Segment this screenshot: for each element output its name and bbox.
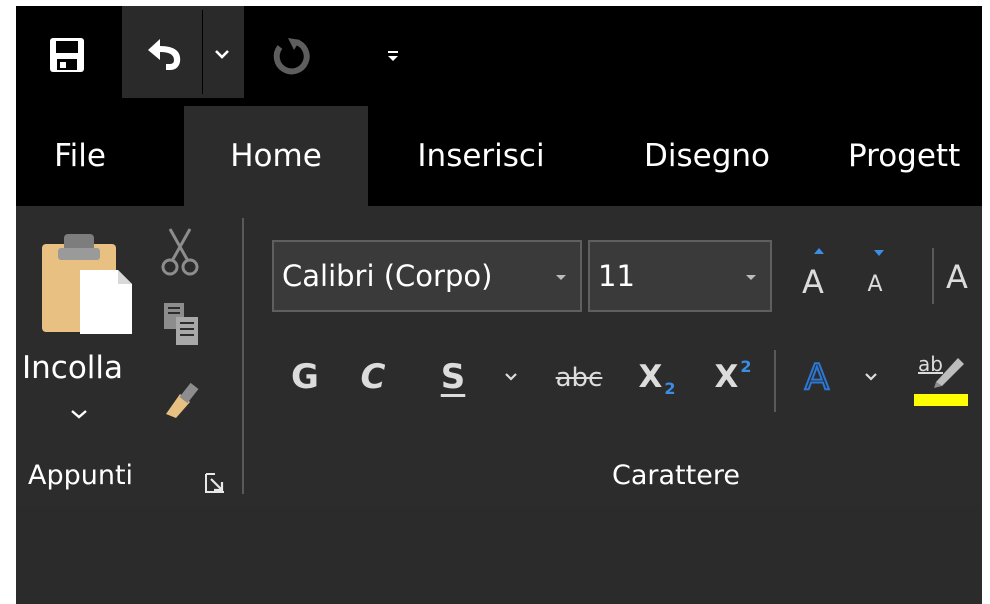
undo-split-divider bbox=[202, 10, 203, 94]
tab-file[interactable]: File bbox=[32, 106, 128, 206]
copy-icon bbox=[164, 303, 198, 345]
grow-font-button[interactable]: A bbox=[790, 246, 836, 308]
tab-inserisci[interactable]: Inserisci bbox=[396, 106, 566, 206]
undo-button[interactable] bbox=[136, 32, 192, 78]
cut-button[interactable] bbox=[156, 224, 204, 280]
tab-home[interactable]: Home bbox=[184, 106, 368, 206]
customize-qat-button[interactable] bbox=[380, 42, 406, 68]
subscript-base: X bbox=[638, 359, 663, 395]
chevron-down-icon bbox=[215, 50, 229, 59]
shrink-font-button[interactable]: A bbox=[852, 246, 898, 308]
superscript-index: 2 bbox=[740, 356, 752, 376]
bold-button[interactable]: G bbox=[280, 348, 330, 406]
undo-group bbox=[122, 6, 244, 98]
clear-formatting-glyph: A bbox=[946, 258, 968, 296]
undo-icon bbox=[148, 39, 181, 70]
font-group-label: Carattere bbox=[612, 460, 740, 491]
highlight-color-bar bbox=[914, 394, 968, 406]
text-effects-button[interactable]: A bbox=[792, 348, 842, 406]
font-name-value: Calibri (Corpo) bbox=[282, 259, 493, 293]
redo-button[interactable] bbox=[266, 30, 316, 80]
chevron-down-icon bbox=[71, 410, 87, 419]
dialog-launcher-icon bbox=[205, 473, 224, 493]
clear-formatting-button[interactable]: A bbox=[946, 246, 982, 308]
chevron-down-icon bbox=[505, 373, 517, 381]
quick-access-toolbar bbox=[16, 6, 982, 106]
dropdown-arrow-icon bbox=[556, 275, 566, 280]
undo-dropdown[interactable] bbox=[208, 40, 236, 68]
highlight-button[interactable]: ab bbox=[912, 346, 972, 410]
scissors-icon bbox=[161, 228, 199, 276]
underline-button[interactable]: S bbox=[428, 348, 478, 406]
ribbon-home: Incolla Appunti Calibri (Corpo) 11 A A A… bbox=[16, 206, 982, 506]
strikethrough-glyph: abc bbox=[555, 363, 603, 393]
group-separator bbox=[242, 218, 244, 494]
tab-progettazione[interactable]: Progett bbox=[848, 106, 982, 206]
italic-button[interactable]: C bbox=[348, 348, 398, 406]
ribbon-tabs: File Home Inserisci Disegno Progett bbox=[16, 106, 982, 206]
font-group-separator bbox=[932, 248, 934, 304]
font-name-combobox[interactable]: Calibri (Corpo) bbox=[272, 240, 582, 312]
tab-disegno[interactable]: Disegno bbox=[622, 106, 792, 206]
format-separator bbox=[774, 350, 776, 412]
superscript-button[interactable]: X 2 bbox=[704, 348, 762, 406]
text-effects-glyph: A bbox=[804, 356, 831, 399]
format-painter-button[interactable] bbox=[156, 370, 204, 426]
shrink-font-glyph: A bbox=[867, 271, 883, 297]
excel-window: File Home Inserisci Disegno Progett Inco… bbox=[16, 6, 982, 604]
caret-up-icon bbox=[814, 248, 824, 254]
underline-glyph: S bbox=[440, 357, 466, 397]
underline-dropdown[interactable] bbox=[498, 364, 524, 390]
paste-icon bbox=[42, 234, 132, 334]
font-size-value: 11 bbox=[598, 259, 635, 293]
format-painter-icon bbox=[166, 382, 199, 418]
document-area bbox=[16, 506, 982, 604]
superscript-base: X bbox=[714, 359, 739, 395]
subscript-button[interactable]: X 2 bbox=[628, 348, 686, 406]
grow-font-glyph: A bbox=[802, 263, 824, 301]
italic-glyph: C bbox=[360, 357, 386, 397]
redo-icon bbox=[273, 38, 310, 75]
strikethrough-button[interactable]: abc bbox=[546, 350, 612, 406]
paste-button[interactable]: Incolla bbox=[22, 230, 140, 450]
subscript-index: 2 bbox=[664, 378, 676, 398]
copy-button[interactable] bbox=[156, 296, 204, 352]
clipboard-dialog-launcher[interactable] bbox=[200, 468, 230, 498]
caret-down-icon bbox=[874, 250, 884, 256]
text-effects-dropdown[interactable] bbox=[858, 364, 884, 390]
font-size-combobox[interactable]: 11 bbox=[588, 240, 772, 312]
chevron-down-icon bbox=[865, 373, 877, 381]
highlighter-pen-icon bbox=[934, 358, 964, 388]
paste-label: Incolla bbox=[22, 350, 124, 386]
save-icon bbox=[50, 38, 84, 72]
save-button[interactable] bbox=[44, 32, 90, 78]
dropdown-arrow-icon bbox=[746, 275, 756, 280]
customize-icon bbox=[388, 51, 398, 61]
clipboard-group-label: Appunti bbox=[28, 460, 134, 491]
bold-glyph: G bbox=[291, 357, 319, 397]
